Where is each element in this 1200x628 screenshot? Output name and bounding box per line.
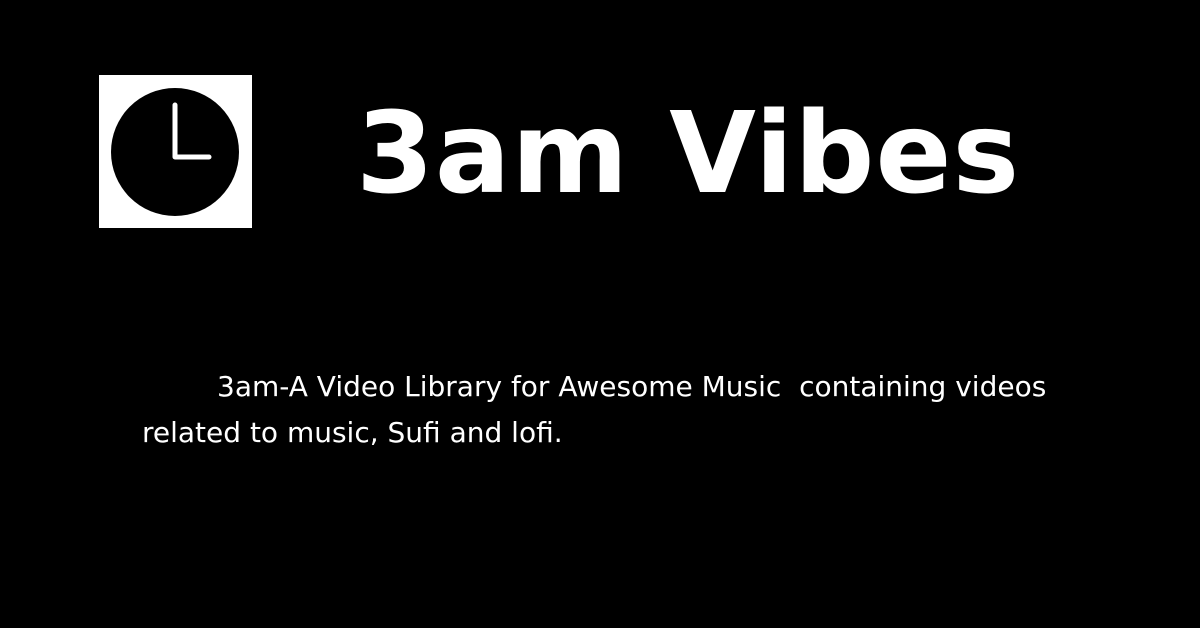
banner: 3am Vibes 3am-A Video Library for Awesom… [0,0,1200,628]
page-title: 3am Vibes [356,89,1021,219]
clock-icon [111,88,239,216]
description-text: 3am-A Video Library for Awesome Music co… [142,370,1056,449]
logo [99,75,252,228]
